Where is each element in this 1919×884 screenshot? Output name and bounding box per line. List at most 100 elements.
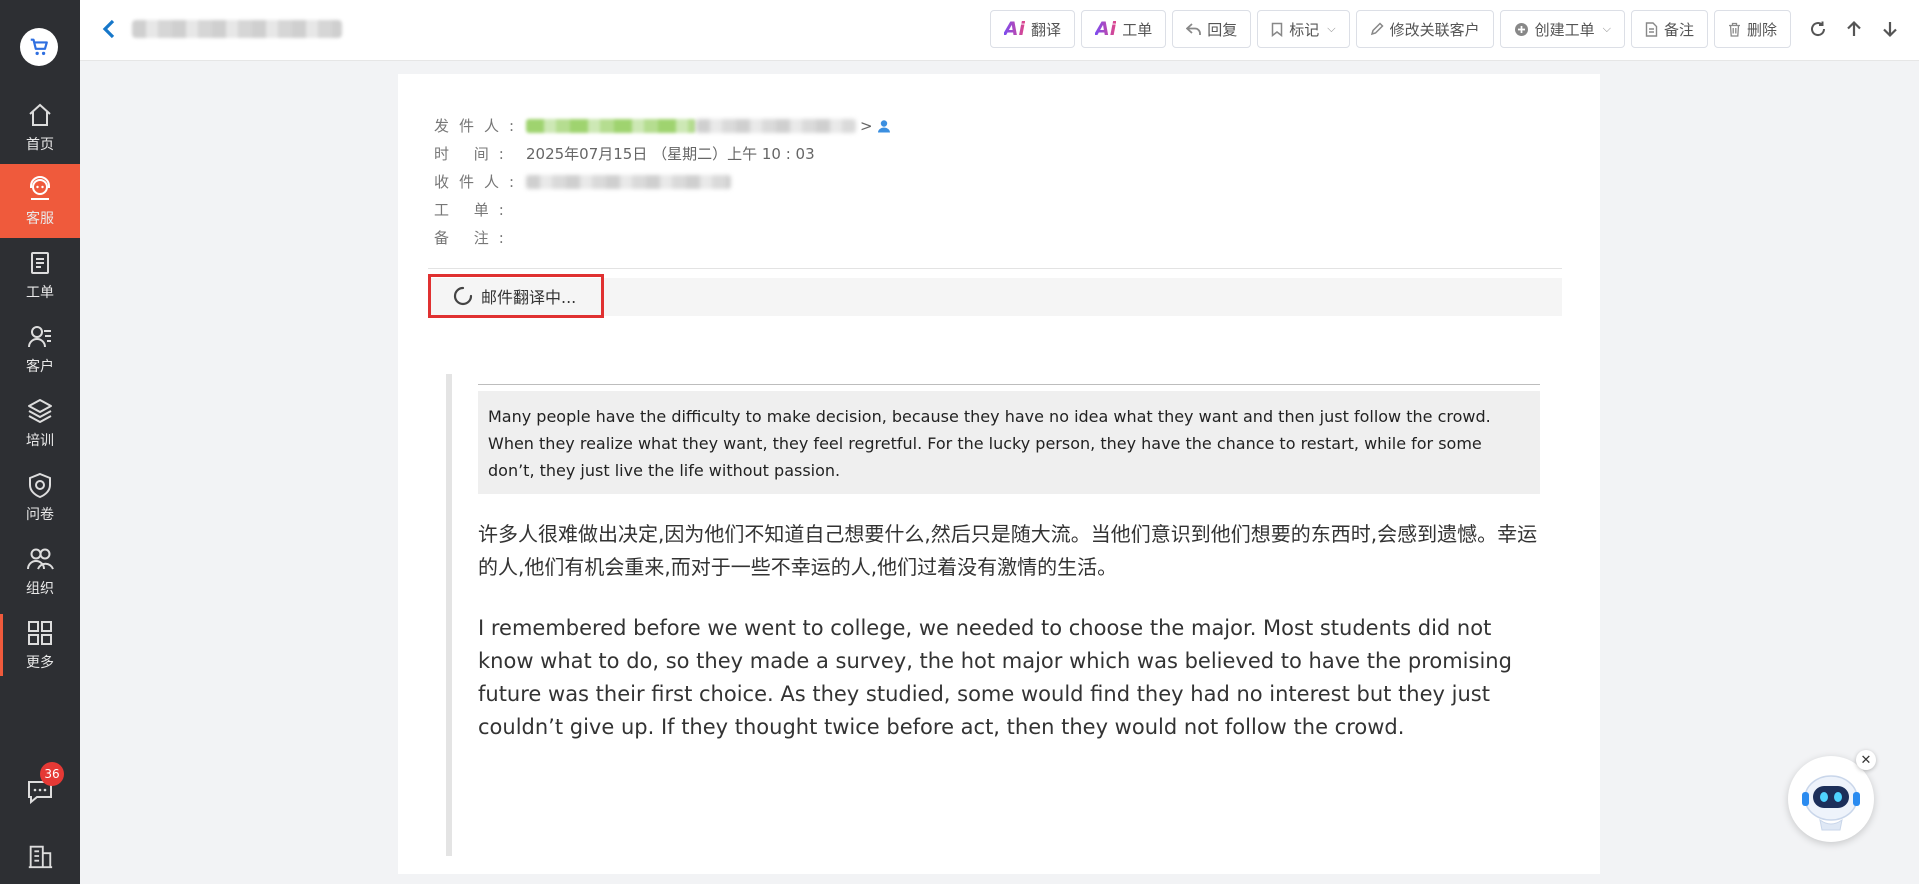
customer-icon bbox=[28, 326, 51, 348]
sidebar-item-home[interactable]: 首页 bbox=[0, 90, 80, 164]
ai-ticket-button[interactable]: Ai 工单 bbox=[1080, 10, 1167, 48]
delete-button[interactable]: 删除 bbox=[1713, 10, 1791, 48]
next-email-button[interactable] bbox=[1879, 14, 1901, 44]
sidebar: 首页 客服 工单 客户 培训 问卷 组织 更多 36 bbox=[0, 0, 80, 884]
sidebar-item-label: 客服 bbox=[26, 211, 54, 227]
sidebar-item-more[interactable]: 更多 bbox=[0, 608, 80, 682]
ai-translate-label: 翻译 bbox=[1030, 20, 1061, 39]
time-row: 时 间: 2025年07月15日 （星期二）上午 10 : 03 bbox=[434, 140, 891, 168]
email-body-quote: Many people have the difficulty to make … bbox=[446, 374, 1540, 856]
sidebar-item-label: 培训 bbox=[26, 433, 54, 449]
team-icon bbox=[27, 548, 54, 570]
arrow-down-icon bbox=[1883, 22, 1897, 38]
address-bracket: > bbox=[860, 117, 873, 135]
contact-icon[interactable] bbox=[877, 119, 891, 133]
headset-icon bbox=[30, 176, 50, 200]
delete-label: 删除 bbox=[1746, 20, 1777, 39]
sender-label: 发件人: bbox=[434, 117, 525, 135]
sidebar-item-label: 工单 bbox=[26, 285, 54, 301]
app-logo[interactable] bbox=[20, 28, 58, 66]
chat-button[interactable]: 36 bbox=[0, 762, 80, 806]
sidebar-item-label: 客户 bbox=[26, 359, 54, 375]
loading-spinner-icon bbox=[453, 286, 473, 306]
mark-label: 标记 bbox=[1289, 20, 1320, 39]
pencil-icon bbox=[1370, 22, 1384, 36]
edit-customer-label: 修改关联客户 bbox=[1389, 20, 1480, 39]
sidebar-item-label: 更多 bbox=[26, 655, 54, 671]
close-icon: ✕ bbox=[1860, 752, 1872, 768]
chevron-left-icon bbox=[102, 19, 115, 39]
top-bar: Ai 翻译 Ai 工单 回复 标记 ⌵ 修改关联客户 创建工单 ⌵ 备注 删除 bbox=[80, 0, 1919, 61]
translation-status-text: 邮件翻译中... bbox=[481, 288, 577, 307]
document-icon bbox=[1645, 21, 1658, 37]
quote-rule bbox=[478, 384, 1540, 385]
ticket-label: 工 单: bbox=[434, 201, 514, 219]
building-button[interactable] bbox=[0, 842, 80, 870]
trash-icon bbox=[1728, 22, 1740, 37]
sidebar-item-training[interactable]: 培训 bbox=[0, 386, 80, 460]
close-assistant-button[interactable]: ✕ bbox=[1856, 750, 1876, 770]
navigation-arrows bbox=[1807, 14, 1901, 44]
quoted-english-paragraph: Many people have the difficulty to make … bbox=[478, 391, 1540, 494]
cart-icon bbox=[30, 38, 48, 56]
ai-icon: Ai bbox=[1003, 18, 1025, 40]
building-icon bbox=[28, 845, 53, 869]
previous-email-button[interactable] bbox=[1843, 14, 1865, 44]
email-body: Many people have the difficulty to make … bbox=[478, 384, 1540, 744]
sender-address-redacted bbox=[696, 119, 856, 133]
translation-status: 邮件翻译中... bbox=[428, 274, 604, 318]
mark-dropdown[interactable]: 标记 ⌵ bbox=[1257, 10, 1350, 48]
email-header: 发件人: > 时 间: 2025年07月15日 （星期二）上午 10 : 03 … bbox=[434, 112, 891, 252]
arrow-up-icon bbox=[1847, 20, 1861, 36]
sidebar-item-customer[interactable]: 客户 bbox=[0, 312, 80, 386]
sidebar-item-label: 问卷 bbox=[26, 507, 54, 523]
chevron-down-icon: ⌵ bbox=[1327, 22, 1336, 35]
sidebar-item-survey[interactable]: 问卷 bbox=[0, 460, 80, 534]
ai-icon: Ai bbox=[1094, 18, 1117, 40]
time-label: 时 间: bbox=[434, 145, 514, 163]
clipboard-icon bbox=[31, 252, 49, 274]
chevron-down-icon: ⌵ bbox=[1602, 22, 1611, 35]
reply-label: 回复 bbox=[1207, 20, 1238, 39]
email-subject-redacted bbox=[132, 20, 342, 38]
refresh-icon bbox=[1811, 21, 1826, 37]
layers-icon bbox=[28, 399, 52, 423]
grid-icon bbox=[28, 621, 52, 645]
time-value: 2025年07月15日 （星期二）上午 10 : 03 bbox=[526, 145, 815, 163]
sender-row: 发件人: > bbox=[434, 112, 891, 140]
recipient-label: 收件人: bbox=[434, 173, 525, 191]
plus-circle-icon bbox=[1514, 22, 1528, 36]
sidebar-item-label: 组织 bbox=[26, 581, 54, 597]
reply-icon bbox=[1186, 22, 1202, 35]
toolbar: Ai 翻译 Ai 工单 回复 标记 ⌵ 修改关联客户 创建工单 ⌵ 备注 删除 bbox=[989, 10, 1791, 48]
back-button[interactable] bbox=[102, 14, 126, 44]
chinese-paragraph: 许多人很难做出决定,因为他们不知道自己想要什么,然后只是随大流。当他们意识到他们… bbox=[478, 522, 1538, 579]
refresh-button[interactable] bbox=[1807, 14, 1829, 44]
sender-name-redacted bbox=[526, 119, 696, 133]
note-label: 备 注: bbox=[434, 229, 514, 247]
sidebar-item-service[interactable]: 客服 bbox=[0, 164, 80, 238]
bookmark-icon bbox=[1271, 22, 1283, 37]
ai-translate-button[interactable]: Ai 翻译 bbox=[989, 10, 1075, 48]
email-detail-card: 发件人: > 时 间: 2025年07月15日 （星期二）上午 10 : 03 … bbox=[398, 74, 1600, 874]
sidebar-item-ticket[interactable]: 工单 bbox=[0, 238, 80, 312]
body-paragraph: I remembered before we went to college, … bbox=[478, 616, 1512, 739]
active-indicator bbox=[0, 614, 3, 676]
ai-ticket-label: 工单 bbox=[1122, 20, 1153, 39]
sidebar-item-organization[interactable]: 组织 bbox=[0, 534, 80, 608]
create-ticket-dropdown[interactable]: 创建工单 ⌵ bbox=[1499, 10, 1625, 48]
shield-icon bbox=[29, 472, 51, 499]
note-label: 备注 bbox=[1663, 20, 1694, 39]
chat-badge: 36 bbox=[40, 762, 64, 786]
reply-button[interactable]: 回复 bbox=[1172, 10, 1252, 48]
create-ticket-label: 创建工单 bbox=[1534, 20, 1595, 39]
home-icon bbox=[29, 103, 51, 126]
sidebar-item-label: 首页 bbox=[26, 137, 54, 153]
edit-customer-button[interactable]: 修改关联客户 bbox=[1355, 10, 1494, 48]
ticket-row: 工 单: bbox=[434, 196, 891, 224]
note-row: 备 注: bbox=[434, 224, 891, 252]
recipient-redacted bbox=[526, 175, 731, 189]
note-button[interactable]: 备注 bbox=[1630, 10, 1708, 48]
header-divider bbox=[428, 268, 1562, 269]
recipient-row: 收件人: bbox=[434, 168, 891, 196]
